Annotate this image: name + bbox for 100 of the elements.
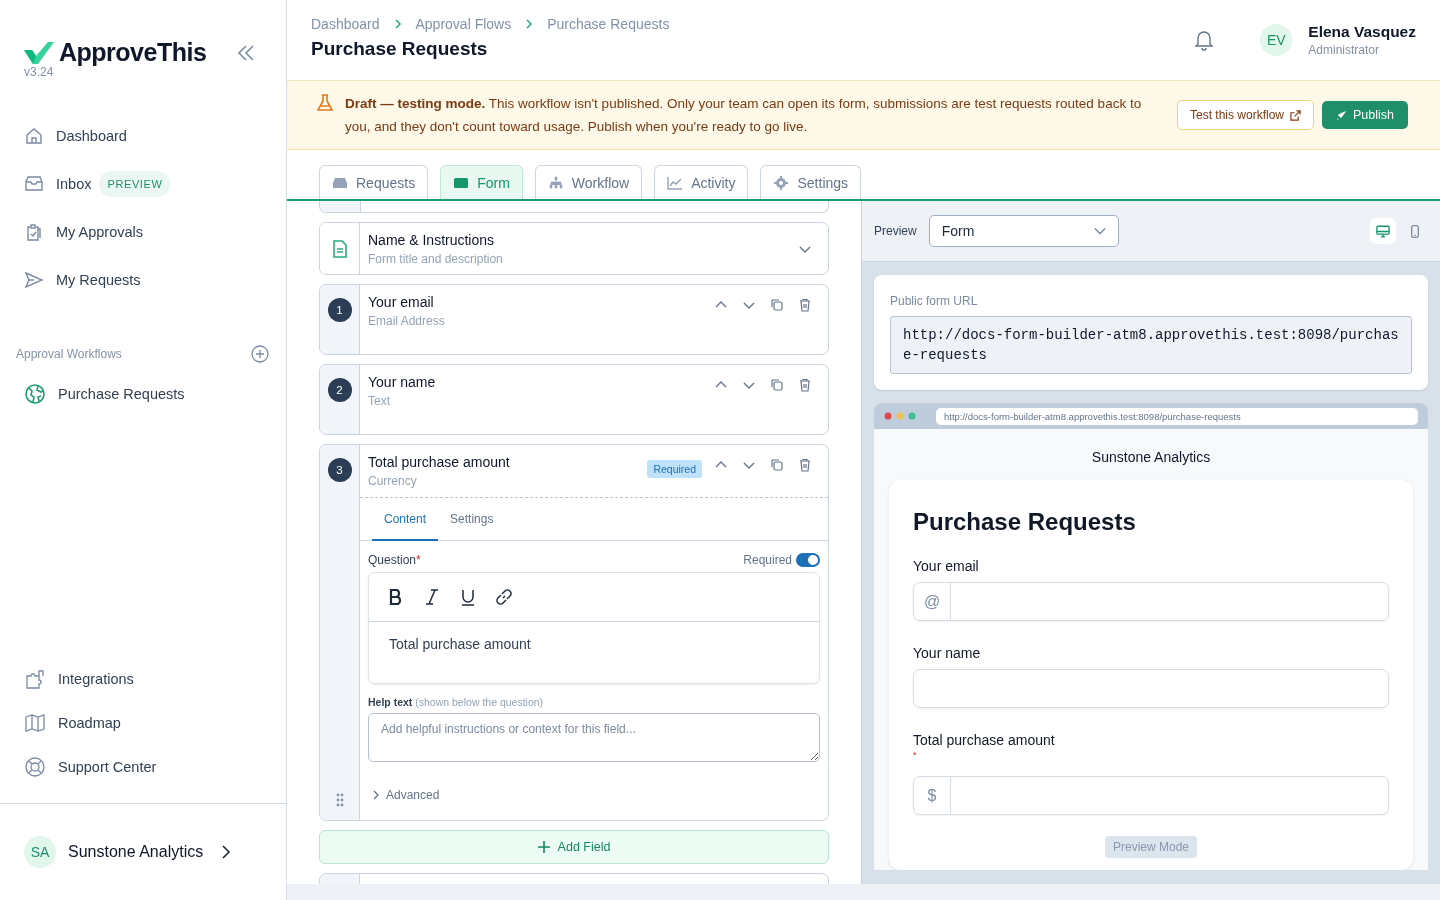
duplicate-icon[interactable] (770, 458, 784, 472)
form-title: Purchase Requests (913, 508, 1137, 536)
section-title: Name & Instructions (368, 231, 496, 248)
clipboard-icon (24, 222, 44, 242)
tab[interactable]: Settings (760, 165, 862, 199)
rocket-icon (1336, 109, 1347, 121)
field-type: Email Address (368, 314, 445, 328)
public-url-field[interactable]: http://docs-form-builder-atm8.approvethis.test:8098/purchase-requests (890, 316, 1412, 374)
rich-text-editor[interactable]: Total purchase amount (368, 572, 820, 684)
plus-icon (537, 841, 550, 853)
desktop-view-button[interactable] (1370, 218, 1396, 244)
card-icon (453, 175, 470, 190)
home-icon (24, 126, 44, 146)
flask-icon (317, 94, 333, 112)
draft-notice: Draft — testing mode. This workflow isn't published. Only your team can open its form, submissions are test requests routed back to you, and they don't count toward usage. Publish when you're ready to go live. (345, 95, 1143, 136)
logo-icon (24, 41, 54, 64)
form-field-label: Your email (913, 558, 980, 574)
field-number: 3 (327, 458, 352, 482)
italic-icon[interactable] (423, 588, 441, 606)
tab[interactable]: Requests (319, 165, 429, 199)
section-heading: Approval Workflows (16, 347, 122, 361)
organization-name: Sunstone Analytics (1091, 449, 1211, 465)
user-name: Elena Vasquez (1308, 23, 1416, 41)
link-icon[interactable] (495, 588, 513, 606)
help-text-field[interactable]: Add helpful instructions or context for this field... (368, 713, 820, 762)
form-input[interactable]: $ (913, 776, 1389, 815)
breadcrumb-link[interactable]: Dashboard (311, 16, 380, 32)
organization-switcher[interactable]: SA Sunstone Analytics (0, 803, 286, 900)
nav-item[interactable]: Support Center (0, 745, 286, 789)
gear-icon (773, 175, 790, 190)
external-link-icon (1290, 109, 1301, 121)
tab[interactable]: Form (440, 165, 523, 199)
nav-item[interactable]: Integrations (0, 657, 286, 701)
publish-button[interactable]: Publish (1322, 101, 1408, 129)
subtab[interactable]: Settings (438, 498, 506, 541)
add-field-button[interactable]: Add Field (319, 830, 829, 864)
url-label: Public form URL (890, 294, 978, 308)
address-bar: http://docs-form-builder-atm8.approvethis.test:8098/purchase-requests (936, 407, 1418, 425)
form-field-label: Total purchase amount (913, 732, 1056, 748)
chevron-right-icon (372, 789, 380, 801)
hierarchy-icon (547, 175, 564, 190)
field-type: Currency (368, 474, 418, 488)
delete-icon[interactable] (798, 378, 812, 392)
nav-item[interactable]: Roadmap (0, 701, 286, 745)
workflow-item[interactable]: Purchase Requests (0, 372, 286, 416)
preview-badge: PREVIEW (99, 171, 171, 197)
horizontal-scrollbar[interactable] (287, 884, 1440, 900)
tray-icon (332, 175, 348, 190)
puzzle-icon (24, 668, 46, 690)
drag-handle-icon[interactable] (335, 793, 344, 807)
test-workflow-button[interactable]: Test this workflow (1176, 100, 1314, 130)
field-title: Your email (368, 294, 435, 310)
nav-item[interactable]: My Requests (24, 256, 270, 304)
question-label: Question* (368, 553, 421, 567)
tab[interactable]: Workflow (534, 165, 643, 199)
help-text-label: Help text (368, 696, 413, 708)
tab[interactable]: Activity (654, 165, 749, 199)
globe-icon (24, 383, 46, 405)
org-avatar: SA (24, 836, 56, 868)
send-icon (24, 270, 44, 290)
form-input[interactable] (913, 669, 1389, 708)
dropdown-chevron-icon (1093, 227, 1106, 235)
window-controls-icon (884, 412, 918, 420)
preview-label: Preview (874, 224, 917, 238)
subtab[interactable]: Content (372, 498, 439, 541)
user-avatar[interactable]: EV (1260, 24, 1293, 56)
required-badge: Required (647, 460, 702, 478)
version-label: v3.24 (24, 65, 55, 79)
field-number: 1 (327, 298, 352, 322)
form-input[interactable]: @ (913, 582, 1389, 621)
help-text-hint: (shown below the question) (415, 696, 544, 708)
nav-item[interactable]: My Approvals (24, 208, 270, 256)
advanced-toggle[interactable]: Advanced (368, 788, 820, 802)
collapse-icon[interactable] (236, 42, 256, 63)
user-role: Administrator (1308, 43, 1380, 57)
required-mark: * (913, 750, 918, 760)
underline-icon[interactable] (459, 588, 477, 606)
breadcrumb-link[interactable]: Approval Flows (415, 16, 512, 32)
delete-icon[interactable] (798, 458, 812, 472)
section-subtitle: Form title and description (368, 251, 503, 266)
delete-icon[interactable] (798, 298, 812, 312)
logo-text: ApproveThis (59, 38, 207, 67)
duplicate-icon[interactable] (770, 298, 784, 312)
desktop-icon (1376, 224, 1390, 238)
chevron-right-icon (221, 844, 232, 860)
chevron-right-icon (393, 18, 402, 30)
add-icon[interactable] (250, 344, 270, 364)
nav-item[interactable]: Inbox PREVIEW (24, 160, 270, 208)
nav-item[interactable]: Dashboard (24, 112, 270, 160)
notification-bell-icon[interactable] (1194, 29, 1215, 51)
required-toggle[interactable] (796, 553, 820, 567)
field-number: 2 (327, 378, 352, 402)
lifebuoy-icon (24, 756, 46, 778)
duplicate-icon[interactable] (770, 378, 784, 392)
document-icon (332, 239, 347, 258)
breadcrumb-link[interactable]: Purchase Requests (547, 16, 670, 32)
preview-mode-select[interactable]: Form (928, 215, 1119, 247)
field-title: Total purchase amount (368, 454, 510, 470)
map-icon (24, 712, 46, 734)
mobile-icon (1408, 224, 1422, 238)
